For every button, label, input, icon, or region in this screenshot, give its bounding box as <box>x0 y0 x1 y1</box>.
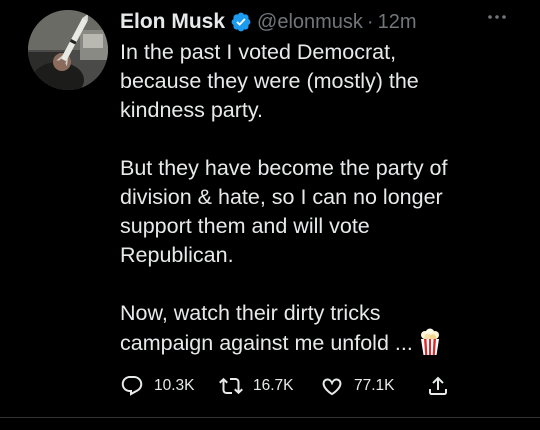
share-button[interactable] <box>426 372 450 400</box>
separator-dot: · <box>366 10 374 33</box>
retweet-button[interactable]: 16.7K <box>219 372 294 400</box>
avatar-image <box>28 10 108 90</box>
tweet-line: division & hate, so I can no longer <box>120 185 443 209</box>
tweet-card[interactable]: Elon Musk @elonmusk · 12m In the past I … <box>0 0 540 430</box>
like-button[interactable]: 77.1K <box>320 372 395 400</box>
author-handle[interactable]: @elonmusk <box>257 11 363 34</box>
avatar[interactable] <box>28 10 108 90</box>
retweet-count: 16.7K <box>253 377 294 394</box>
tweet-timestamp[interactable]: 12m <box>378 11 417 34</box>
tweet-paragraph: In the past I voted Democrat, because th… <box>120 38 520 125</box>
reply-icon <box>120 374 144 398</box>
tweet-header: Elon Musk @elonmusk · 12m <box>120 8 417 36</box>
tweet-line: In the past I voted Democrat, <box>120 40 397 64</box>
divider <box>0 417 540 418</box>
like-count: 77.1K <box>354 377 395 394</box>
tweet-text: In the past I voted Democrat, because th… <box>120 38 520 358</box>
tweet-line: campaign against me unfold ... <box>120 331 413 355</box>
share-icon <box>426 374 450 398</box>
reply-count: 10.3K <box>154 377 195 394</box>
tweet-line: support them and will vote <box>120 214 370 238</box>
retweet-icon <box>219 374 243 398</box>
like-icon <box>320 374 344 398</box>
tweet-line: Now, watch their dirty tricks <box>120 301 381 325</box>
more-options-icon[interactable] <box>486 10 508 22</box>
tweet-line: Republican. <box>120 243 234 267</box>
tweet-paragraph: But they have become the party of divisi… <box>120 154 520 270</box>
verified-badge-icon[interactable] <box>230 11 252 33</box>
popcorn-icon <box>419 328 441 356</box>
author-name[interactable]: Elon Musk <box>120 10 225 34</box>
tweet-line: because they were (mostly) the <box>120 69 419 93</box>
action-bar: 10.3K 16.7K 77.1K <box>120 372 460 400</box>
reply-button[interactable]: 10.3K <box>120 372 195 400</box>
tweet-paragraph: Now, watch their dirty tricks campaign a… <box>120 299 520 358</box>
tweet-line: kindness party. <box>120 98 264 122</box>
tweet-line: But they have become the party of <box>120 156 448 180</box>
